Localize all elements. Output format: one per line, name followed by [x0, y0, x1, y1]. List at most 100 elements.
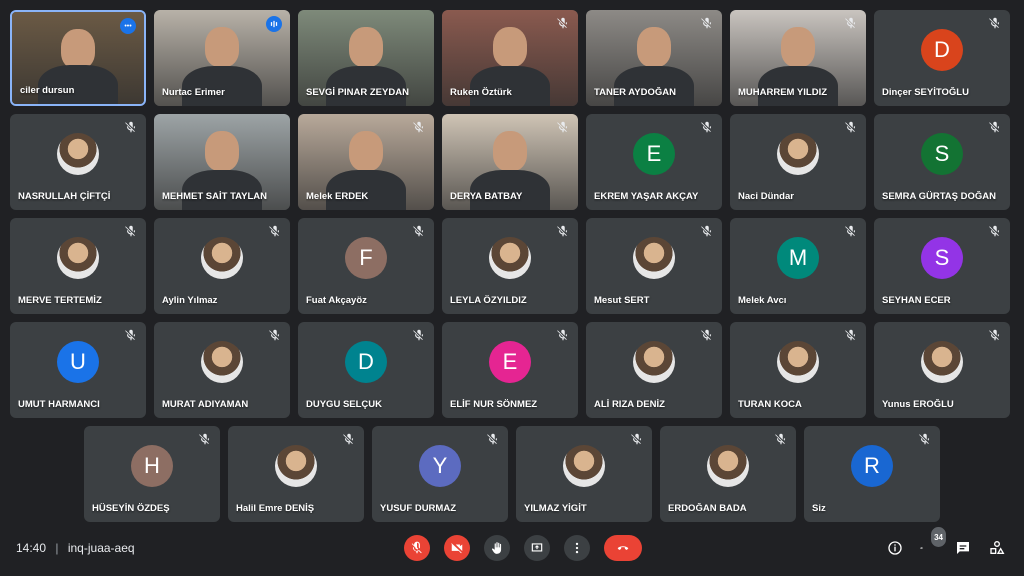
participant-tile[interactable]: SEVGİ PINAR ZEYDAN	[298, 10, 434, 106]
mic-muted-indicator	[268, 328, 282, 342]
chat-icon	[957, 542, 969, 554]
participant-tile[interactable]: Aylin Yılmaz	[154, 218, 290, 314]
mic-muted-icon	[701, 329, 712, 341]
participant-tile[interactable]: R Siz	[804, 426, 940, 522]
participant-tile[interactable]: M Melek Avcı	[730, 218, 866, 314]
mic-muted-indicator	[700, 120, 714, 134]
participant-tile[interactable]: F Fuat Akçayöz	[298, 218, 434, 314]
participant-tile[interactable]: E EKREM YAŞAR AKÇAY	[586, 114, 722, 210]
participant-tile[interactable]: D Dinçer SEYİTOĞLU	[874, 10, 1010, 106]
participant-tile[interactable]: S SEMRA GÜRTAŞ DOĞAN	[874, 114, 1010, 210]
chat-button[interactable]	[954, 539, 972, 557]
profile-photo-avatar	[275, 445, 317, 488]
mic-muted-icon	[557, 225, 568, 237]
mic-muted-icon	[989, 329, 1000, 341]
present-icon	[531, 543, 543, 552]
initial-avatar: S	[921, 237, 963, 280]
participant-tile[interactable]: H HÜSEYİN ÖZDEŞ	[84, 426, 220, 522]
initial-avatar: E	[489, 341, 531, 384]
participant-tile[interactable]: S SEYHAN ECER	[874, 218, 1010, 314]
profile-photo-avatar	[707, 445, 749, 488]
person-body	[470, 169, 550, 210]
participants-button[interactable]: 34	[920, 527, 946, 557]
mic-off-icon	[411, 541, 422, 554]
participant-row: U UMUT HARMANCI MURAT ADIYAMAN D DUYGU SELÇU…	[10, 322, 1014, 418]
person-silhouette	[781, 27, 815, 68]
participant-tile[interactable]: E ELİF NUR SÖNMEZ	[442, 322, 578, 418]
participant-name: Naci Dündar	[738, 191, 794, 202]
participant-tile[interactable]: ALİ RIZA DENİZ	[586, 322, 722, 418]
participant-tile[interactable]: D DUYGU SELÇUK	[298, 322, 434, 418]
participant-tile[interactable]: TURAN KOCA	[730, 322, 866, 418]
participant-tile[interactable]: MUHARREM YILDIZ	[730, 10, 866, 106]
participant-tile[interactable]: Yunus EROĞLU	[874, 322, 1010, 418]
more-vert-icon	[575, 542, 579, 554]
profile-photo-avatar	[777, 341, 819, 384]
more-options-button[interactable]	[564, 535, 590, 561]
meeting-details-button[interactable]	[886, 539, 904, 557]
mic-muted-indicator	[700, 328, 714, 342]
mic-muted-icon	[125, 225, 136, 237]
mic-muted-indicator	[700, 16, 714, 30]
person-silhouette	[637, 27, 671, 68]
person-body	[182, 169, 262, 210]
participant-name: ELİF NUR SÖNMEZ	[450, 399, 538, 410]
participant-tile[interactable]: NASRULLAH ÇİFTÇİ	[10, 114, 146, 210]
participant-tile[interactable]: MURAT ADIYAMAN	[154, 322, 290, 418]
meeting-code[interactable]: inq-juaa-aeq	[68, 541, 135, 555]
mic-muted-icon	[919, 433, 930, 445]
more-options-icon[interactable]: •••	[120, 18, 136, 34]
participant-tile[interactable]: Halil Emre DENİŞ	[228, 426, 364, 522]
present-screen-button[interactable]	[524, 535, 550, 561]
profile-photo-avatar	[633, 237, 675, 280]
participant-tile[interactable]: ••• ciler dursun	[10, 10, 146, 106]
participant-name: Aylin Yılmaz	[162, 295, 218, 306]
participant-tile[interactable]: MEHMET SAİT TAYLAN	[154, 114, 290, 210]
person-silhouette	[493, 131, 527, 172]
camera-toggle-button[interactable]	[444, 535, 470, 561]
participant-tile[interactable]: Mesut SERT	[586, 218, 722, 314]
mic-muted-indicator	[556, 328, 570, 342]
mic-muted-icon	[989, 17, 1000, 29]
participant-tile[interactable]: MERVE TERTEMİZ	[10, 218, 146, 314]
person-silhouette	[493, 27, 527, 68]
person-body	[326, 169, 406, 210]
participant-tile[interactable]: Nurtac Erimer	[154, 10, 290, 106]
participant-name: DUYGU SELÇUK	[306, 399, 383, 410]
participant-tile[interactable]: ERDOĞAN BADA	[660, 426, 796, 522]
leave-call-button[interactable]	[604, 535, 642, 561]
participant-name: Nurtac Erimer	[162, 87, 225, 98]
mic-muted-icon	[413, 225, 424, 237]
mic-muted-indicator	[988, 16, 1002, 30]
mic-muted-indicator	[700, 224, 714, 238]
mic-muted-icon	[989, 225, 1000, 237]
mic-muted-icon	[125, 121, 136, 133]
participant-tile[interactable]: LEYLA ÖZYILDIZ	[442, 218, 578, 314]
initial-avatar: R	[851, 445, 893, 488]
side-controls: 34	[886, 527, 1006, 557]
participant-tile[interactable]: TANER AYDOĞAN	[586, 10, 722, 106]
initial-avatar: F	[345, 237, 387, 280]
participant-row: H HÜSEYİN ÖZDEŞ Halil Emre DENİŞ Y YUSUF DUR…	[10, 426, 1014, 522]
participant-tile[interactable]: U UMUT HARMANCI	[10, 322, 146, 418]
initial-avatar: M	[777, 237, 819, 280]
raise-hand-button[interactable]	[484, 535, 510, 561]
participant-tile[interactable]: YILMAZ YİGİT	[516, 426, 652, 522]
mic-muted-icon	[775, 433, 786, 445]
mic-toggle-button[interactable]	[404, 535, 430, 561]
participant-tile[interactable]: Naci Dündar	[730, 114, 866, 210]
mic-muted-indicator	[124, 120, 138, 134]
participant-name: Halil Emre DENİŞ	[236, 503, 315, 514]
participant-count-badge: 34	[931, 527, 946, 547]
participant-tile[interactable]: Melek ERDEK	[298, 114, 434, 210]
activities-button[interactable]	[988, 539, 1006, 557]
person-silhouette	[349, 131, 383, 172]
participant-tile[interactable]: Y YUSUF DURMAZ	[372, 426, 508, 522]
participant-name: ERDOĞAN BADA	[668, 503, 747, 514]
participant-tile[interactable]: Ruken Öztürk	[442, 10, 578, 106]
meeting-info: 14:40 | inq-juaa-aeq	[16, 541, 135, 555]
participant-name: MURAT ADIYAMAN	[162, 399, 249, 410]
people-icon	[920, 547, 923, 550]
participant-grid: ••• ciler dursun Nurtac Erimer SEVGİ PINAR …	[10, 10, 1014, 530]
participant-tile[interactable]: DERYA BATBAY	[442, 114, 578, 210]
